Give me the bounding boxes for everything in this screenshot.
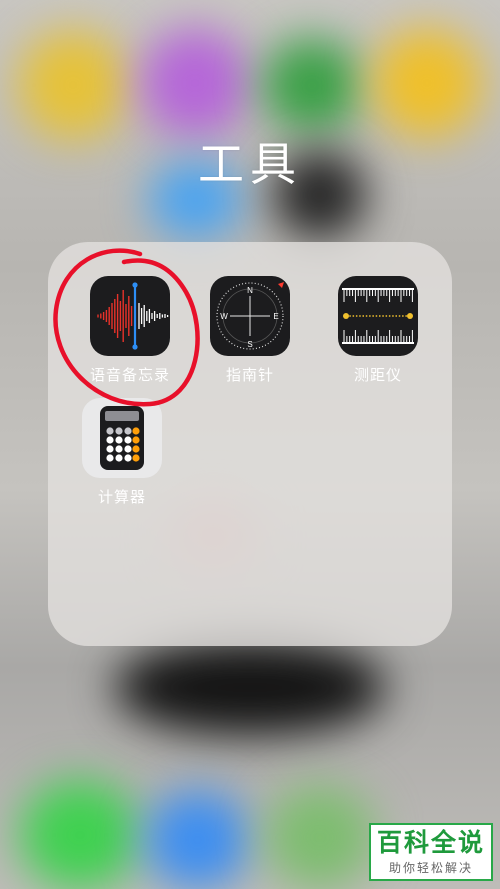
compass-s: S (247, 340, 252, 349)
compass-n: N (247, 286, 253, 295)
ruler-edge-top (342, 288, 414, 290)
watermark-subtitle: 助你轻松解决 (388, 861, 473, 875)
blurred-dock-icon (265, 785, 375, 889)
app-calculator[interactable]: 计算器 (62, 398, 182, 507)
blurred-wallpaper-shape (115, 640, 385, 735)
compass-dial: N E S W (216, 282, 284, 350)
app-compass[interactable]: N E S W 指南针 (190, 276, 310, 385)
waveform-graphic (97, 282, 169, 350)
folder-panel: 语音备忘录 N E S W 指南针 测距仪 计算器 (48, 242, 452, 646)
blurred-dock-icon (145, 790, 250, 889)
measure-endpoint (407, 313, 413, 319)
ruler-edge-bottom (342, 342, 414, 344)
watermark-badge: 百科全说 助你轻松解决 (369, 823, 493, 881)
compass-icon[interactable]: N E S W (210, 276, 290, 356)
blurred-app-icon (18, 30, 128, 140)
app-measure[interactable]: 测距仪 (318, 276, 438, 385)
measure-icon[interactable] (338, 276, 418, 356)
ruler-graphic (342, 288, 414, 344)
app-label: 计算器 (97, 488, 146, 506)
app-label: 指南针 (225, 366, 274, 384)
compass-e: E (273, 312, 278, 321)
measure-endpoint (343, 313, 349, 319)
blurred-app-icon (262, 38, 362, 133)
playhead-dot (132, 344, 138, 350)
app-label: 语音备忘录 (89, 366, 170, 384)
blurred-dock-icon (20, 780, 140, 889)
voice-memos-icon[interactable] (90, 276, 170, 356)
calculator-graphic (100, 406, 144, 470)
blurred-app-icon (372, 28, 482, 138)
app-label: 测距仪 (353, 366, 402, 384)
folder-title[interactable]: 工具 (0, 128, 500, 194)
watermark-title: 百科全说 (376, 828, 485, 857)
compass-w: W (220, 312, 228, 321)
app-voice-memos[interactable]: 语音备忘录 (70, 276, 190, 385)
playhead-dot (132, 282, 138, 288)
blurred-app-icon (140, 28, 250, 138)
calculator-icon[interactable] (82, 398, 162, 478)
